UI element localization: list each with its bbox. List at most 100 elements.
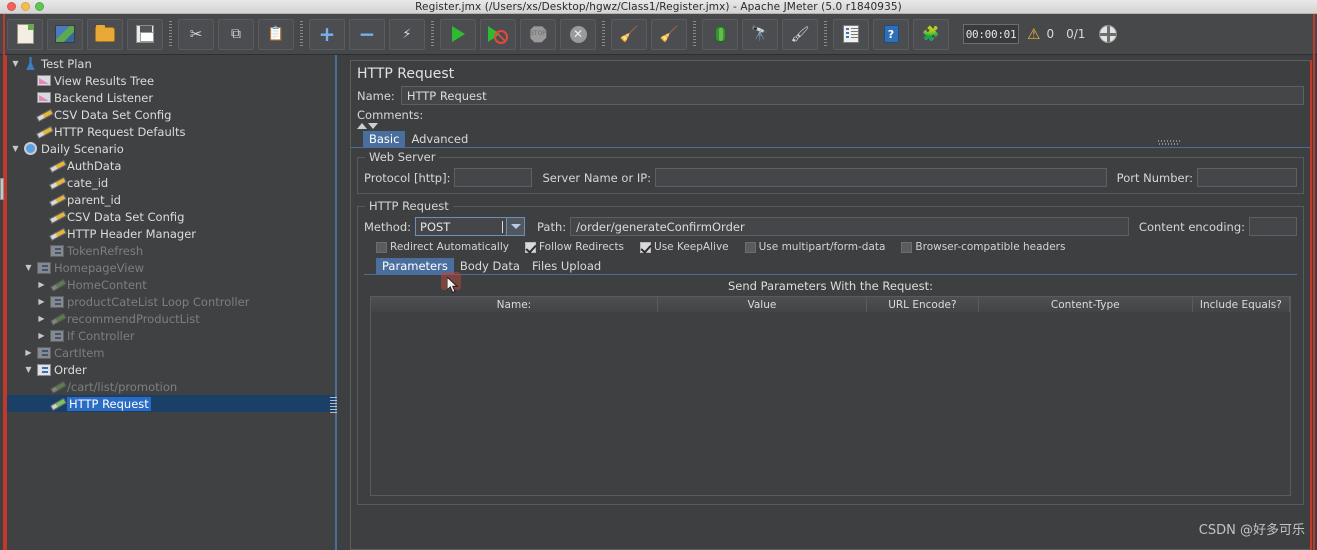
tab-advanced[interactable]: Advanced	[405, 131, 474, 147]
paste-button[interactable]: 📋	[258, 18, 294, 50]
checkbox-box[interactable]	[744, 241, 756, 253]
table-column-header[interactable]: Include Equals?	[1192, 297, 1290, 312]
tree-node[interactable]: ·▶ CartItem	[7, 344, 335, 361]
clear-all-button[interactable]: 🧹	[651, 18, 687, 50]
elapsed-timer: 00:00:01	[963, 24, 1019, 44]
table-column-header[interactable]: URL Encode?	[866, 297, 979, 312]
checkbox-box[interactable]	[640, 241, 652, 253]
tree-indent: ·	[9, 314, 22, 323]
subtab-body-data[interactable]: Body Data	[454, 258, 526, 274]
search-button[interactable]	[702, 18, 738, 50]
tree-node[interactable]: ·· TokenRefresh	[7, 242, 335, 259]
comments-input[interactable]	[429, 108, 1304, 122]
checkbox-box[interactable]	[901, 241, 913, 253]
tree-node[interactable]: ▼ Daily Scenario	[7, 140, 335, 157]
stop-button[interactable]: STOP	[520, 18, 556, 50]
tree-node[interactable]: ·· cate_id	[7, 174, 335, 191]
chevron-up-icon[interactable]	[357, 123, 367, 129]
method-select[interactable]: POST	[415, 217, 526, 236]
table-column-header[interactable]: Name:	[371, 297, 658, 312]
globe-icon[interactable]	[1099, 25, 1118, 43]
help-button[interactable]: ?	[873, 18, 909, 50]
tree-toggle[interactable]: ▶	[35, 331, 48, 340]
tree-node[interactable]: · CSV Data Set Config	[7, 106, 335, 123]
cut-button[interactable]: ✂	[178, 18, 214, 50]
collapsed-side-tab[interactable]	[0, 178, 4, 200]
checkbox-redirect-automatically[interactable]: Redirect Automatically	[376, 241, 522, 253]
collapse-expand-controls[interactable]	[351, 123, 1310, 129]
tree-node-icon	[48, 194, 65, 206]
start-no-pauses-button[interactable]	[480, 18, 516, 50]
tree-node[interactable]: ·· CSV Data Set Config	[7, 208, 335, 225]
tree-toggle[interactable]: ▼	[22, 365, 35, 374]
tree-toggle[interactable]: ▶	[35, 314, 48, 323]
tree-splitter-handle[interactable]	[330, 397, 337, 415]
tree-node[interactable]: · Backend Listener	[7, 89, 335, 106]
tree-toggle[interactable]: ▼	[22, 263, 35, 272]
tab-basic[interactable]: Basic	[363, 131, 406, 147]
cleanup-icon: 🧩	[922, 26, 940, 42]
table-body[interactable]	[371, 312, 1290, 496]
search-reset-button[interactable]: 🔭	[742, 18, 778, 50]
tree-node[interactable]: · HTTP Request Defaults	[7, 123, 335, 140]
tree-node[interactable]: ·· AuthData	[7, 157, 335, 174]
warning-icon[interactable]: ⚠	[1027, 25, 1040, 43]
tree-node[interactable]: ·· parent_id	[7, 191, 335, 208]
parameters-table[interactable]: Name: Value URL Encode? Content-Type Include…	[370, 296, 1291, 496]
tree-node[interactable]: ··▶If Controller	[7, 327, 335, 344]
tree-node[interactable]: ··▶recommendProductList	[7, 310, 335, 327]
tree-node[interactable]: ▼ Test Plan	[7, 55, 335, 72]
open-button[interactable]	[87, 18, 123, 50]
cleanup-button[interactable]: 🧩	[913, 18, 949, 50]
tree-node[interactable]: ··▶HomeContent	[7, 276, 335, 293]
tree-node[interactable]: ·· HTTP Request	[7, 395, 335, 412]
checkbox-use-multipart-form-data[interactable]: Use multipart/form-data	[744, 241, 899, 253]
tree-toggle[interactable]: ▼	[9, 59, 22, 68]
server-name-input[interactable]	[655, 168, 1107, 187]
chevron-down-icon[interactable]	[368, 123, 378, 129]
checkbox-box[interactable]	[376, 241, 387, 253]
expand-button[interactable]: +	[309, 18, 345, 50]
port-number-label: Port Number:	[1116, 170, 1193, 185]
tree-node[interactable]: ·▼ Order	[7, 361, 335, 378]
checkbox-browser-compatible-headers[interactable]: Browser-compatible headers	[901, 241, 1078, 253]
save-button[interactable]	[127, 18, 163, 50]
subtab-files-upload[interactable]: Files Upload	[526, 258, 607, 274]
test-plan-tree[interactable]: ▼ Test Plan · View Results Tree · Backend Lis…	[5, 55, 335, 550]
tree-node-label: recommendProductList	[67, 311, 200, 326]
table-column-header[interactable]: Content-Type	[978, 297, 1193, 312]
copy-button[interactable]: ⧉	[218, 18, 254, 50]
start-button[interactable]	[440, 18, 476, 50]
port-number-input[interactable]	[1197, 168, 1297, 187]
tree-node[interactable]: · View Results Tree	[7, 72, 335, 89]
toolbar-separator	[431, 20, 434, 48]
function-helper-button[interactable]: 🖌	[782, 18, 818, 50]
protocol-input[interactable]	[454, 168, 533, 187]
tree-node-icon	[48, 279, 65, 291]
tree-indent: ·	[9, 76, 22, 85]
tree-toggle[interactable]: ▶	[35, 280, 48, 289]
clear-button[interactable]: 🧹	[611, 18, 647, 50]
chevron-down-icon[interactable]	[507, 218, 525, 235]
tree-node[interactable]: ··▶productCateList Loop Controller	[7, 293, 335, 310]
shutdown-button[interactable]: ✕	[560, 18, 596, 50]
log-viewer-button[interactable]	[833, 18, 869, 50]
tree-toggle[interactable]: ▼	[9, 144, 22, 153]
name-input[interactable]: HTTP Request	[400, 86, 1304, 105]
toggle-button[interactable]: ⚡	[389, 18, 425, 50]
checkbox-box[interactable]	[524, 241, 536, 253]
splitter-grip[interactable]	[1158, 140, 1180, 145]
tree-toggle[interactable]: ▶	[22, 348, 35, 357]
templates-button[interactable]	[47, 18, 83, 50]
path-input[interactable]: /order/generateConfirmOrder	[570, 217, 1129, 236]
table-column-header[interactable]: Value	[657, 297, 867, 312]
new-button[interactable]	[7, 18, 43, 50]
checkbox-use-keepalive[interactable]: Use KeepAlive	[640, 241, 742, 253]
checkbox-follow-redirects[interactable]: Follow Redirects	[524, 241, 637, 253]
tree-node[interactable]: ·▼ HomepageView	[7, 259, 335, 276]
tree-node[interactable]: ·· HTTP Header Manager	[7, 225, 335, 242]
tree-node[interactable]: ·· /cart/list/promotion	[7, 378, 335, 395]
collapse-button[interactable]: −	[349, 18, 385, 50]
tree-toggle[interactable]: ▶	[35, 297, 48, 306]
content-encoding-input[interactable]	[1249, 217, 1297, 236]
